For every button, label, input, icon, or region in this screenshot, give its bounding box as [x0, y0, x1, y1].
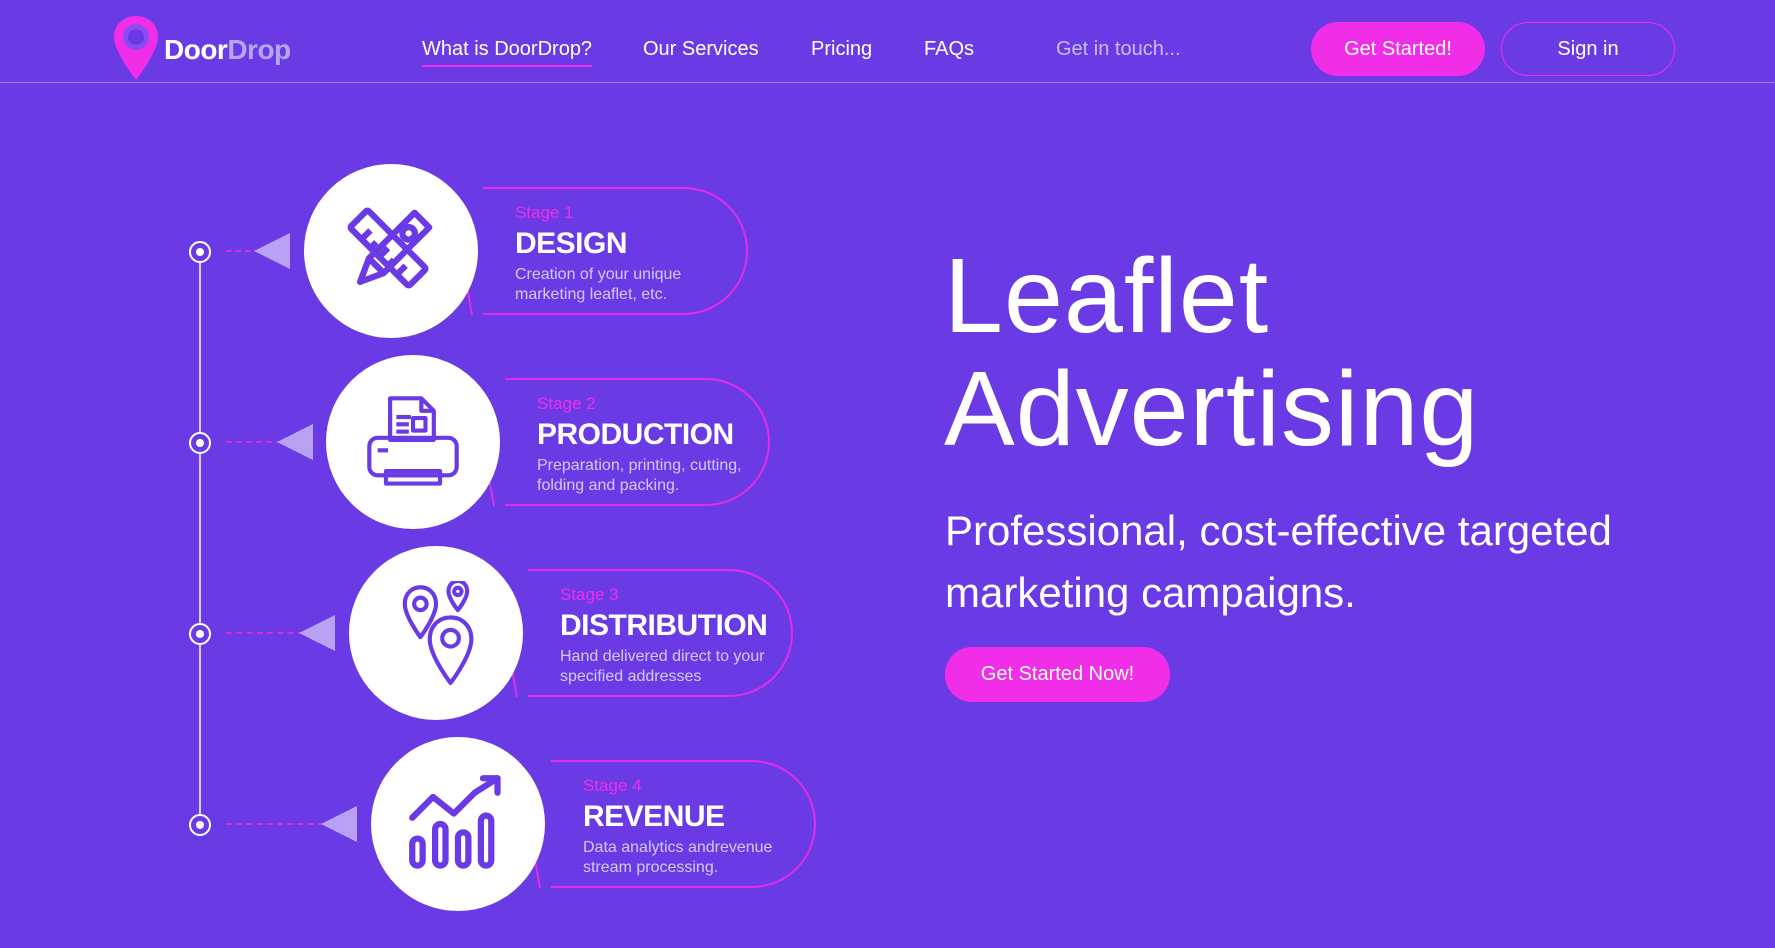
map-pin-icon	[114, 16, 158, 80]
timeline-connector	[226, 632, 304, 634]
timeline-line	[199, 252, 201, 827]
stage-icon-circle	[304, 164, 478, 338]
timeline-connector	[226, 441, 282, 443]
stage-icon-circle	[326, 355, 500, 529]
stage-icon-circle	[371, 737, 545, 911]
pointer-arrow	[254, 233, 290, 269]
timeline-dot	[189, 241, 211, 263]
stage-description: Creation of your unique marketing leafle…	[515, 266, 682, 303]
stage-card: Stage 2 PRODUCTION Preparation, printing…	[505, 378, 770, 506]
stage-card: Stage 4 REVENUE Data analytics andrevenu…	[551, 760, 816, 888]
stage-title: REVENUE	[583, 800, 725, 833]
nav-what-is-doordrop[interactable]: What is DoorDrop?	[422, 38, 593, 67]
stage-number: Stage 4	[583, 776, 642, 795]
pointer-arrow	[277, 424, 313, 460]
get-started-button[interactable]: Get Started!	[1311, 22, 1485, 76]
stage-card: Stage 1 DESIGN Creation of your unique m…	[483, 187, 748, 315]
nav-get-in-touch[interactable]: Get in touch...	[1056, 38, 1181, 61]
stage-number: Stage 1	[515, 203, 574, 222]
timeline-dot	[189, 432, 211, 454]
timeline-connector	[226, 823, 324, 825]
stage-description: Preparation, printing, cutting, folding …	[537, 457, 742, 494]
timeline-dot	[189, 623, 211, 645]
timeline-dot	[189, 814, 211, 836]
stage-number: Stage 3	[560, 585, 619, 604]
hero-title: Leaflet Advertising	[944, 240, 1479, 466]
stage-number: Stage 2	[537, 394, 596, 413]
stage-description: Hand delivered direct to your specified …	[560, 648, 765, 685]
printer-icon	[367, 396, 459, 486]
stage-description: Data analytics andrevenue stream process…	[583, 839, 773, 876]
pointer-arrow	[299, 615, 335, 651]
site-header: DoorDrop What is DoorDrop? Our Services …	[0, 0, 1775, 83]
nav-our-services[interactable]: Our Services	[643, 38, 759, 61]
stage-title: DISTRIBUTION	[560, 609, 768, 642]
brand-name: DoorDrop	[164, 34, 291, 66]
sign-in-button[interactable]: Sign in	[1501, 22, 1675, 76]
design-tools-icon	[347, 207, 433, 289]
stage-title: PRODUCTION	[537, 418, 734, 451]
pointer-arrow	[321, 806, 357, 842]
hero-title-line2: Advertising	[944, 350, 1480, 468]
brand-name-part1: Door	[164, 34, 228, 65]
hero-subtitle: Professional, cost-effective targeted ma…	[945, 507, 1612, 616]
brand-name-part2: Drop	[227, 34, 291, 65]
hero-title-line1: Leaflet	[944, 237, 1270, 355]
stage-title: DESIGN	[515, 227, 628, 260]
stage-icon-circle	[349, 546, 523, 720]
get-started-now-button[interactable]: Get Started Now!	[945, 647, 1170, 702]
brand-logo[interactable]: DoorDrop	[112, 14, 291, 84]
stage-card: Stage 3 DISTRIBUTION Hand delivered dire…	[528, 569, 793, 697]
growth-chart-icon	[409, 775, 501, 869]
nav-pricing[interactable]: Pricing	[811, 38, 872, 61]
location-pins-icon	[402, 581, 474, 685]
nav-faqs[interactable]: FAQs	[924, 38, 974, 61]
